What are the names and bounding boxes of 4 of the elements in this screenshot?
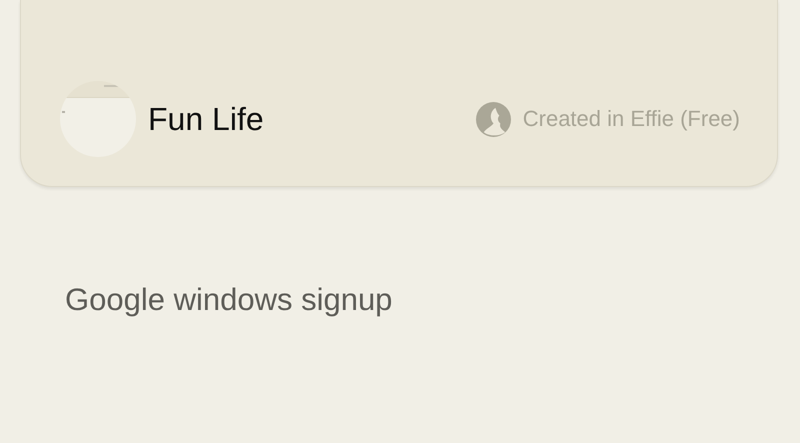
woman-profile-icon: [476, 102, 511, 136]
page-heading: Google windows signup: [65, 282, 394, 318]
project-title: Fun Life: [148, 100, 264, 138]
credit-text: Created in Effie (Free): [522, 106, 740, 132]
